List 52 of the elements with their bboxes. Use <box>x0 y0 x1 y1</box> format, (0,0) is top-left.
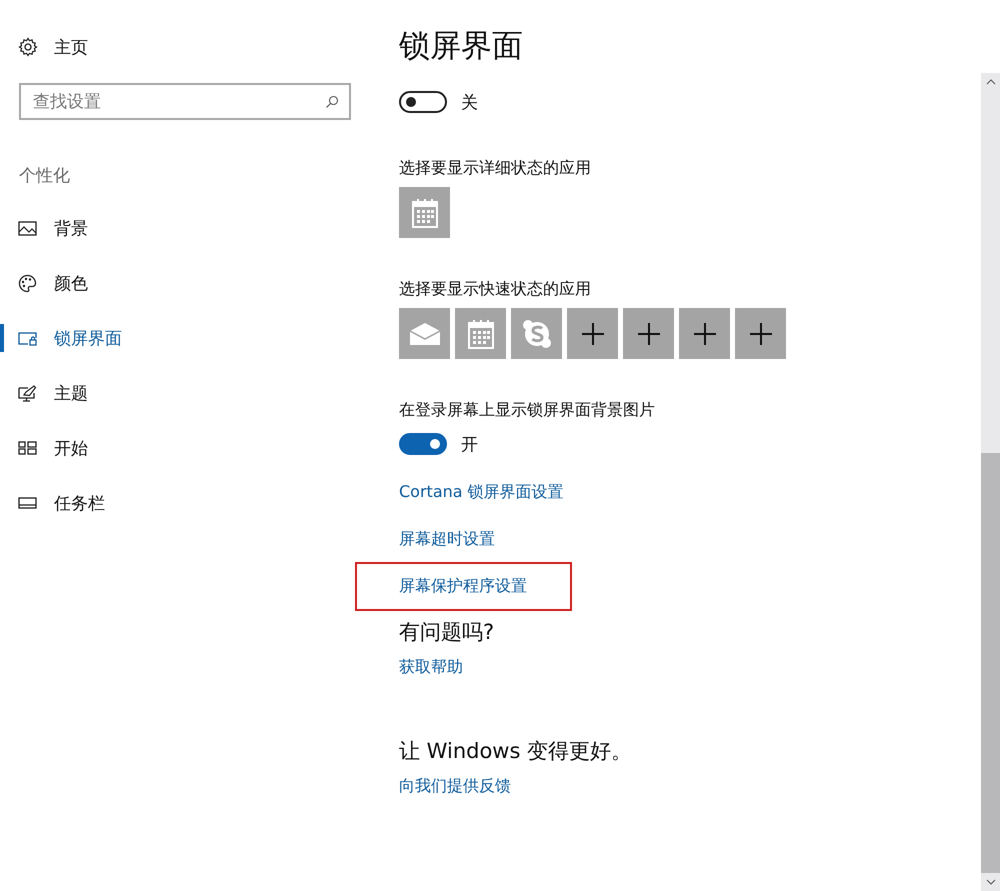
scroll-up-icon[interactable] <box>986 79 996 85</box>
toggle-switch[interactable] <box>399 91 447 113</box>
plus-icon <box>694 322 716 344</box>
app-tile[interactable] <box>399 308 450 359</box>
tiles-icon <box>18 441 37 455</box>
scroll-down-icon[interactable] <box>986 879 996 885</box>
picture-icon <box>18 220 37 236</box>
setting-label: 选择要显示快速状态的应用 <box>399 278 591 300</box>
nav-item[interactable]: 任务栏 <box>0 489 360 517</box>
settings-link[interactable]: 屏幕保护程序设置 <box>399 575 527 597</box>
plus-icon <box>638 322 660 344</box>
theme-icon <box>18 384 37 402</box>
app-tile[interactable] <box>623 308 674 359</box>
scroll-thumb[interactable] <box>981 453 1000 873</box>
nav-item[interactable]: 主题 <box>0 379 360 407</box>
section-heading: 有问题吗? <box>399 619 494 646</box>
settings-link[interactable]: 屏幕超时设置 <box>399 528 495 550</box>
toggle-state: 关 <box>461 92 478 114</box>
toggle-state: 开 <box>461 434 478 456</box>
app-tile[interactable] <box>455 308 506 359</box>
chat-logo-icon <box>522 318 552 348</box>
nav-item[interactable]: 颜色 <box>0 269 360 297</box>
settings-link[interactable]: Cortana 锁屏界面设置 <box>399 481 564 503</box>
search-icon <box>325 95 339 109</box>
setting-label: 选择要显示详细状态的应用 <box>399 157 591 179</box>
toggle-switch[interactable] <box>399 433 447 455</box>
section-heading: 让 Windows 变得更好。 <box>399 738 632 765</box>
calendar-icon <box>468 318 494 348</box>
scrollbar[interactable] <box>981 73 1000 891</box>
plus-icon <box>582 322 604 344</box>
home-link[interactable]: 主页 <box>18 34 360 60</box>
search-field[interactable]: 查找设置 <box>19 83 351 120</box>
page-title: 锁屏界面 <box>399 27 524 66</box>
settings-link[interactable]: 向我们提供反馈 <box>399 775 511 797</box>
plus-icon <box>750 322 772 344</box>
nav-item[interactable]: 锁屏界面 <box>0 324 360 352</box>
app-tile[interactable] <box>399 187 450 238</box>
app-tile[interactable] <box>567 308 618 359</box>
section-heading: 个性化 <box>19 165 71 187</box>
app-tile[interactable] <box>735 308 786 359</box>
nav-item[interactable]: 开始 <box>0 434 360 462</box>
app-tile[interactable] <box>679 308 730 359</box>
lock-screen-icon <box>18 330 37 346</box>
palette-icon <box>18 274 37 292</box>
calendar-icon <box>412 198 438 228</box>
app-tile[interactable] <box>511 308 562 359</box>
settings-icon <box>18 37 38 57</box>
nav-item[interactable]: 背景 <box>0 214 360 242</box>
settings-link[interactable]: 获取帮助 <box>399 656 463 678</box>
taskbar-icon <box>18 497 37 509</box>
setting-label: 在登录屏幕上显示锁屏界面背景图片 <box>399 399 655 421</box>
envelope-icon <box>410 322 440 344</box>
